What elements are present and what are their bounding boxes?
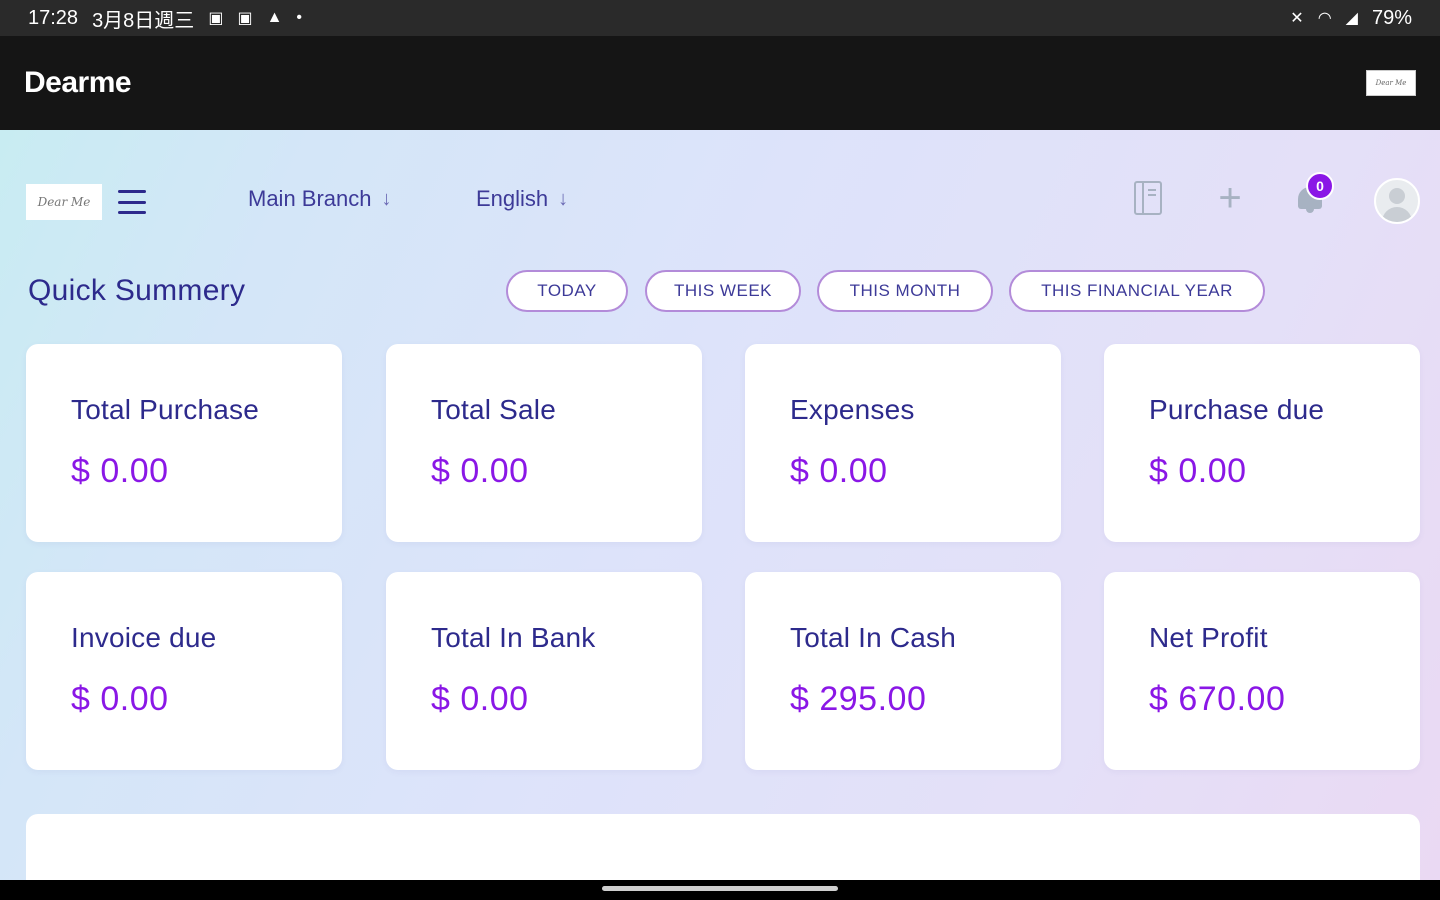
card-label: Expenses: [790, 394, 915, 425]
arrow-down-icon: ↓: [558, 187, 569, 210]
status-right: ✕ ◠ ◢ 79%: [1290, 7, 1412, 30]
image-icon: ▣: [208, 10, 224, 27]
signal-icon: ◢: [1345, 10, 1358, 27]
wifi-icon: ◠: [1317, 10, 1332, 27]
summary-card-total-in-bank[interactable]: Total In Bank $ 0.00: [386, 572, 702, 770]
app-bar: Dearme Dear Me: [0, 36, 1440, 130]
summary-card-total-in-cash[interactable]: Total In Cash $ 295.00: [745, 572, 1061, 770]
branch-dropdown[interactable]: Main Branch ↓: [248, 186, 392, 212]
system-navigation-bar: [0, 880, 1440, 900]
card-value: $ 0.00: [1149, 452, 1247, 490]
warning-icon: ▲: [266, 9, 283, 26]
bottom-panel: [26, 814, 1420, 880]
menu-icon[interactable]: [118, 190, 146, 214]
card-value: $ 0.00: [71, 452, 169, 490]
battery-level: 79%: [1371, 6, 1412, 29]
card-value: $ 0.00: [71, 680, 169, 718]
card-value: $ 0.00: [790, 452, 888, 490]
gesture-handle[interactable]: [602, 886, 838, 891]
dot-icon: •: [296, 9, 303, 26]
filter-this-week-button[interactable]: THIS WEEK: [645, 270, 801, 312]
branch-label: Main Branch: [248, 186, 372, 211]
card-label: Total In Bank: [431, 622, 596, 653]
summary-card-net-profit[interactable]: Net Profit $ 670.00: [1104, 572, 1420, 770]
filter-today-button[interactable]: TODAY: [506, 270, 628, 312]
status-time: 17:28: [28, 6, 79, 29]
notebook-icon[interactable]: [1128, 178, 1168, 218]
summary-card-purchase-due[interactable]: Purchase due $ 0.00: [1104, 344, 1420, 542]
section-title: Quick Summery: [28, 274, 246, 307]
top-navigation: Dear Me Main Branch ↓ English ↓ + 0: [0, 130, 1440, 270]
dear-me-logo[interactable]: Dear Me: [26, 184, 102, 220]
app-logo: Dear Me: [1366, 70, 1416, 96]
card-value: $ 295.00: [790, 680, 927, 718]
filter-this-month-button[interactable]: THIS MONTH: [817, 270, 993, 312]
card-label: Total Sale: [431, 394, 556, 425]
main-content: Dear Me Main Branch ↓ English ↓ + 0 Quic…: [0, 130, 1440, 880]
card-value: $ 0.00: [431, 452, 529, 490]
summary-card-total-purchase[interactable]: Total Purchase $ 0.00: [26, 344, 342, 542]
card-label: Total In Cash: [790, 622, 957, 653]
filter-this-financial-year-button[interactable]: THIS FINANCIAL YEAR: [1009, 270, 1265, 312]
summary-card-invoice-due[interactable]: Invoice due $ 0.00: [26, 572, 342, 770]
notification-count-badge: 0: [1306, 172, 1334, 200]
card-label: Invoice due: [71, 622, 217, 653]
mute-icon: ✕: [1290, 10, 1304, 27]
summary-card-total-sale[interactable]: Total Sale $ 0.00: [386, 344, 702, 542]
user-avatar[interactable]: [1374, 178, 1420, 224]
language-dropdown[interactable]: English ↓: [476, 186, 568, 212]
card-label: Net Profit: [1149, 622, 1268, 653]
card-value: $ 0.00: [431, 680, 529, 718]
summary-card-expenses[interactable]: Expenses $ 0.00: [745, 344, 1061, 542]
image-icon: ▣: [237, 10, 253, 27]
card-label: Total Purchase: [71, 394, 260, 425]
language-label: English: [476, 186, 549, 211]
status-left: 17:28 3月8日週三 ▣ ▣ ▲ •: [28, 4, 302, 33]
card-value: $ 670.00: [1149, 680, 1286, 718]
status-date: 3月8日週三: [92, 9, 195, 32]
card-label: Purchase due: [1149, 394, 1325, 425]
arrow-down-icon: ↓: [381, 187, 392, 210]
app-title: Dearme: [24, 66, 132, 99]
add-icon[interactable]: +: [1210, 178, 1250, 218]
status-bar: 17:28 3月8日週三 ▣ ▣ ▲ • ✕ ◠ ◢ 79%: [0, 0, 1440, 36]
